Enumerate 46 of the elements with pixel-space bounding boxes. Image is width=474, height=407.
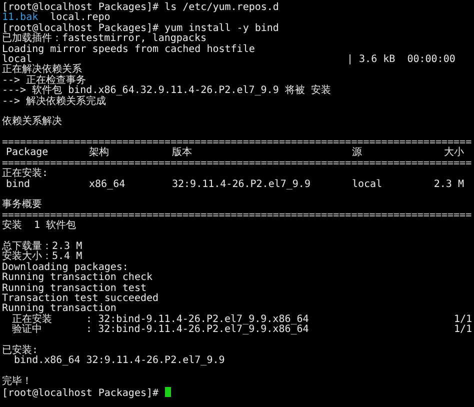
status-text: local — [2, 54, 32, 65]
table-cell: bind — [6, 180, 30, 190]
table-cell: x86_64 — [89, 180, 126, 190]
file-name: 11.bak — [2, 13, 38, 24]
terminal-line: 已安装: — [2, 344, 38, 356]
terminal-line: 已加载插件：fastestmirror, langpacks — [2, 33, 206, 44]
terminal-line: --> 解决依赖关系完成 — [2, 96, 106, 107]
table-cell: 源 — [352, 148, 362, 159]
progress-text: 正在安装 — [12, 314, 52, 325]
terminal-line: Downloading packages: — [2, 262, 128, 273]
separator-line: ============================================================================== — [2, 210, 472, 221]
progress-text: : 32:bind-9.11.4-26.P2.el7_9.9.x86_64 — [85, 325, 309, 336]
terminal-line: 正在解决依赖关系 — [2, 64, 82, 76]
terminal-line: 完毕！ — [2, 376, 32, 388]
terminal-line: 依赖关系解决 — [2, 116, 62, 128]
terminal-line: 总下载量：2.3 M — [2, 240, 82, 252]
terminal-line: Loading mirror speeds from cached hostfile — [2, 44, 255, 55]
table-cell: 2.3 M — [434, 180, 464, 190]
table-cell: Package — [6, 148, 48, 159]
terminal-line: 正在安装: — [2, 168, 48, 180]
progress-text: : 32:bind-9.11.4-26.P2.el7_9.9.x86_64 — [85, 314, 309, 325]
progress-text: 验证中 — [12, 325, 42, 336]
table-cell: 32:9.11.4-26.P2.el7_9.9 — [172, 180, 310, 190]
terminal-line: 安装 1 软件包 — [2, 220, 76, 232]
status-text: | 3.6 kB 00:00:00 — [347, 54, 456, 66]
terminal-line: Transaction test succeeded — [2, 292, 159, 304]
terminal-line: Running transaction — [2, 303, 116, 314]
terminal-line: Running transaction test — [2, 282, 146, 294]
file-name: local.repo — [50, 13, 110, 24]
table-cell: 架构 — [89, 148, 109, 159]
table-cell: local — [352, 180, 382, 190]
terminal-line: --> 正在检查事务 — [2, 74, 86, 86]
progress-text: 1/1 — [454, 314, 472, 325]
separator-line: ============================================================================== — [2, 158, 472, 169]
terminal-line: bind.x86_64 32:9.11.4-26.P2.el7_9.9 — [14, 355, 225, 366]
table-cell: 版本 — [172, 148, 192, 159]
terminal-line: 事务概要 — [2, 199, 42, 210]
terminal-line: Running transaction check — [2, 272, 153, 284]
terminal-line: [root@localhost Packages]# ls /etc/yum.repos.d — [2, 2, 279, 13]
cursor — [164, 387, 171, 398]
progress-text: 1/1 — [454, 325, 472, 336]
terminal-line: 安装大小：5.4 M — [2, 251, 82, 262]
shell-prompt: [root@localhost Packages]# — [2, 388, 160, 400]
terminal-line: [root@localhost Packages]# yum install -y bind — [2, 22, 279, 34]
terminal-line: ---> 软件包 bind.x86_64.32.9.11.4-26.P2.el7_9.9 将被 安装 — [2, 85, 331, 96]
table-cell: 大小 — [444, 148, 464, 159]
